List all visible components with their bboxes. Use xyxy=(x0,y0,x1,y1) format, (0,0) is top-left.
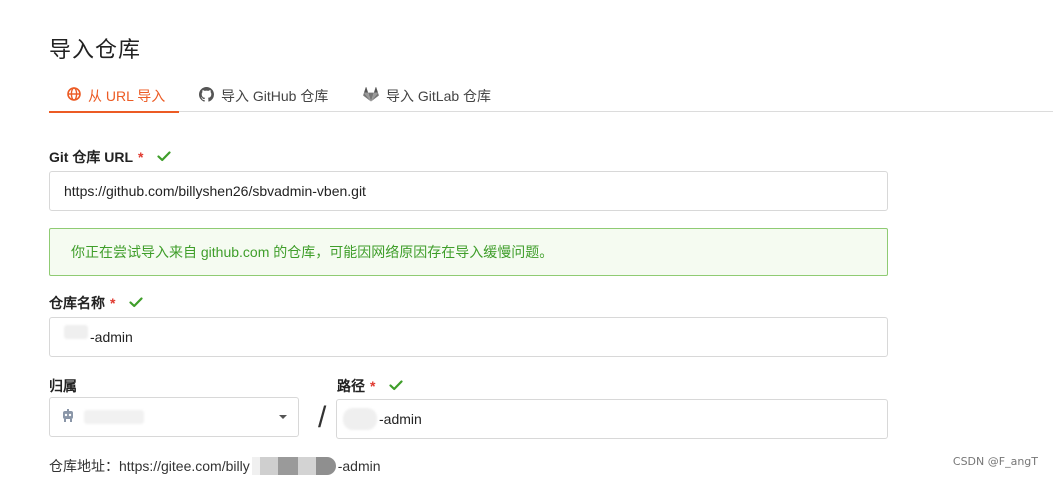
git-url-input[interactable]: https://github.com/billyshen26/sbvadmin-… xyxy=(49,171,888,211)
tab-gitlab[interactable]: 导入 GitLab 仓库 xyxy=(363,86,491,112)
valid-check-icon xyxy=(389,378,404,394)
tab-from-url[interactable]: 从 URL 导入 xyxy=(49,86,180,113)
tab-github[interactable]: 导入 GitHub 仓库 xyxy=(199,86,328,112)
import-tabs: 从 URL 导入 导入 GitHub 仓库 导入 GitLab 仓库 xyxy=(0,80,1053,113)
globe-icon xyxy=(67,86,81,104)
chevron-down-icon[interactable] xyxy=(279,415,287,419)
required-mark: * xyxy=(110,295,116,311)
github-icon xyxy=(199,86,214,105)
active-tab-indicator xyxy=(49,111,180,113)
repo-address: 仓库地址：https://gitee.com/billy -admin xyxy=(49,457,381,475)
watermark: CSDN @F_angT xyxy=(952,455,1038,468)
path-input[interactable]: -admin xyxy=(336,399,888,439)
redacted-text xyxy=(251,457,260,475)
required-mark: * xyxy=(370,378,376,394)
redacted-text xyxy=(297,457,316,475)
tab-label: 从 URL 导入 xyxy=(88,88,166,104)
path-separator: / xyxy=(318,401,327,434)
valid-check-icon xyxy=(129,295,144,311)
redacted-text xyxy=(64,325,88,339)
git-url-label: Git 仓库 URL * xyxy=(49,147,172,167)
required-mark: * xyxy=(138,149,144,165)
redacted-text xyxy=(315,457,336,475)
redacted-text xyxy=(277,457,298,475)
repo-name-input[interactable]: -admin xyxy=(49,317,888,357)
valid-check-icon xyxy=(157,149,172,165)
page-title: 导入仓库 xyxy=(49,37,142,62)
tab-label: 导入 GitHub 仓库 xyxy=(221,88,329,104)
gitlab-icon xyxy=(363,86,379,105)
tab-label: 导入 GitLab 仓库 xyxy=(386,88,492,104)
redacted-text xyxy=(84,410,144,424)
owner-label: 归属 xyxy=(49,378,77,394)
repo-name-label: 仓库名称 * xyxy=(49,293,144,313)
redacted-text xyxy=(259,457,278,475)
redacted-text xyxy=(343,408,377,430)
user-avatar-icon xyxy=(60,408,76,427)
owner-select[interactable] xyxy=(49,397,299,437)
import-notice: 你正在尝试导入来自 github.com 的仓库，可能因网络原因存在导入缓慢问题… xyxy=(49,228,888,276)
path-label: 路径 * xyxy=(337,376,404,396)
